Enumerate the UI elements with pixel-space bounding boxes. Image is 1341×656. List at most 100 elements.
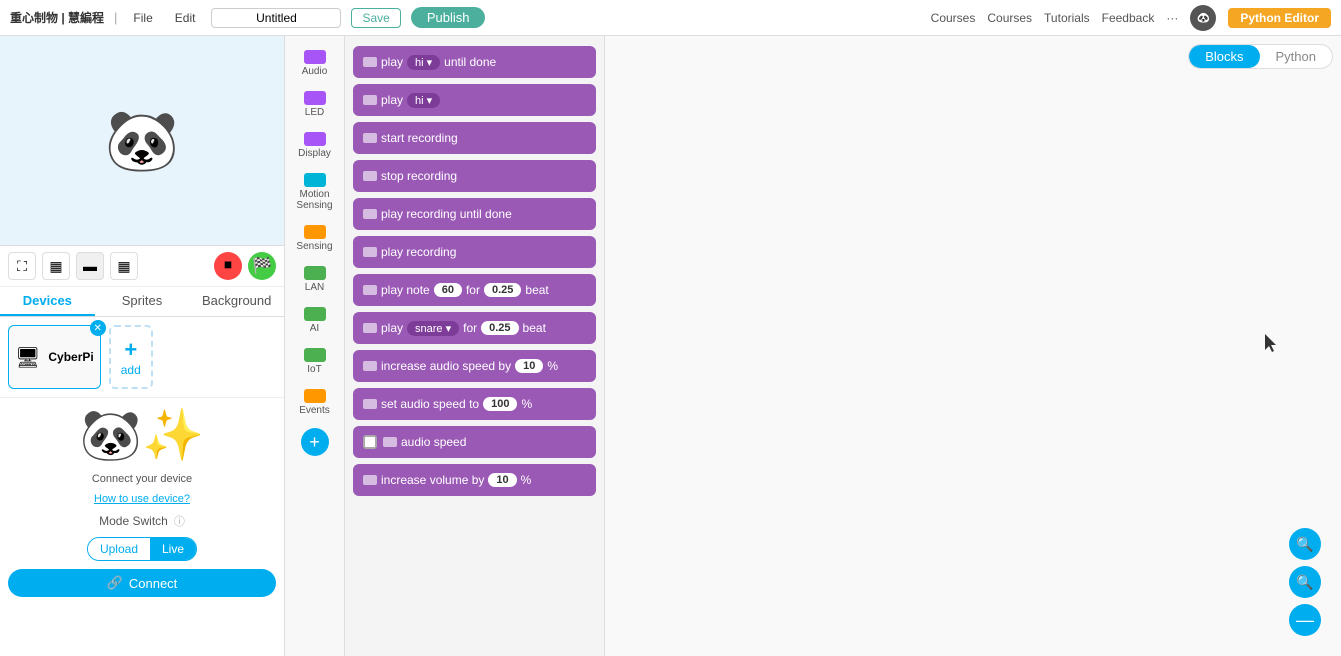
cat-ai-icon [304, 307, 326, 321]
expand-icon[interactable]: ⛶ [8, 252, 36, 280]
mode-toggle: Upload Live [87, 537, 197, 561]
note-value[interactable]: 60 [434, 283, 462, 297]
snare-beat-value[interactable]: 0.25 [481, 321, 518, 335]
device-card-cyberpi[interactable]: ✕ 🖥 CyberPi [8, 325, 101, 389]
cat-ai[interactable]: AI [288, 301, 342, 340]
cat-led-label: LED [305, 107, 324, 118]
block-categories-panel: Audio LED Display Motion Sensing Sensing… [285, 36, 345, 656]
save-button[interactable]: Save [351, 8, 400, 28]
block-play-note[interactable]: play note 60 for 0.25 beat [353, 274, 596, 306]
snare-dropdown[interactable]: snare ▾ [407, 321, 459, 336]
block-set-audio-speed[interactable]: set audio speed to 100 % [353, 388, 596, 420]
more-icon[interactable]: ··· [1166, 11, 1178, 25]
block-play-hi-until[interactable]: play hi ▾ until done [353, 46, 596, 78]
cat-iot[interactable]: IoT [288, 342, 342, 381]
block-dropdown-hi[interactable]: hi ▾ [407, 55, 440, 70]
block-icon [363, 133, 377, 143]
cat-iot-label: IoT [307, 364, 321, 375]
main-layout: 🐼 ⛶ ▦ ▬ ▦ ⏹ 🏁 Devices Sprites Background… [0, 36, 1341, 656]
block-icon [363, 361, 377, 371]
audio-speed-value[interactable]: 10 [515, 359, 543, 373]
tab-sprites[interactable]: Sprites [95, 287, 190, 316]
cat-sensing-label: Sensing [296, 241, 332, 252]
python-view-option[interactable]: Python [1260, 45, 1332, 68]
cat-lan[interactable]: LAN [288, 260, 342, 299]
project-title-input[interactable] [211, 8, 341, 28]
block-play-recording[interactable]: play recording [353, 236, 596, 268]
stage-character: 🐼 [105, 111, 180, 171]
cat-ai-label: AI [310, 323, 319, 334]
courses-text[interactable]: Courses [987, 11, 1032, 25]
publish-button[interactable]: Publish [411, 7, 486, 28]
tab-background[interactable]: Background [189, 287, 284, 316]
add-category-button[interactable]: + [301, 428, 329, 456]
block-increase-volume[interactable]: increase volume by 10 % [353, 464, 596, 496]
cat-motion[interactable]: Motion Sensing [288, 167, 342, 217]
cat-events-label: Events [299, 405, 330, 416]
list-view-icon[interactable]: ▦ [110, 252, 138, 280]
workspace[interactable]: Blocks Python 🔍 🔍 — [605, 36, 1341, 656]
top-bar-right: Courses Courses Tutorials Feedback ··· 🐼… [931, 5, 1331, 31]
volume-value[interactable]: 10 [488, 473, 516, 487]
block-stop-recording[interactable]: stop recording [353, 160, 596, 192]
block-icon [363, 247, 377, 257]
cat-iot-icon [304, 348, 326, 362]
upload-option[interactable]: Upload [88, 538, 150, 560]
block-play-snare[interactable]: play snare ▾ for 0.25 beat [353, 312, 596, 344]
zoom-out-button[interactable]: 🔍 [1289, 566, 1321, 598]
block-text: play recording [381, 245, 456, 259]
cat-sensing-icon [304, 225, 326, 239]
device-connect-section: 🐼✨ Connect your device How to use device… [0, 397, 284, 605]
cat-sensing[interactable]: Sensing [288, 219, 342, 258]
block-icon [363, 95, 377, 105]
python-editor-button[interactable]: Python Editor [1228, 8, 1331, 28]
block-icon [363, 475, 377, 485]
zoom-in-button[interactable]: 🔍 [1289, 528, 1321, 560]
cat-audio-label: Audio [302, 66, 328, 77]
block-start-recording[interactable]: start recording [353, 122, 596, 154]
block-play-hi[interactable]: play hi ▾ [353, 84, 596, 116]
cat-motion-icon [304, 173, 326, 187]
top-bar: 重心制物 | 慧編程 | File Edit Save Publish Cour… [0, 0, 1341, 36]
device-close-icon[interactable]: ✕ [90, 320, 106, 336]
block-text: play recording until done [381, 207, 512, 221]
file-menu[interactable]: File [127, 9, 158, 27]
live-option[interactable]: Live [150, 538, 196, 560]
block-play-recording-until[interactable]: play recording until done [353, 198, 596, 230]
courses-link[interactable]: Courses [931, 11, 976, 25]
cat-display-icon [304, 132, 326, 146]
cat-display[interactable]: Display [288, 126, 342, 165]
cat-events-icon [304, 389, 326, 403]
connect-button[interactable]: 🔗 Connect [8, 569, 276, 597]
mode-switch-label: Mode Switch [99, 514, 168, 528]
device-name: CyberPi [48, 350, 93, 364]
grid-view-icon[interactable]: ▦ [42, 252, 70, 280]
split-view-icon[interactable]: ▬ [76, 252, 104, 280]
set-speed-value[interactable]: 100 [483, 397, 517, 411]
cat-audio[interactable]: Audio [288, 44, 342, 83]
avatar[interactable]: 🐼 [1190, 5, 1216, 31]
how-to-link[interactable]: How to use device? [94, 493, 190, 505]
tutorials-link[interactable]: Tutorials [1044, 11, 1090, 25]
block-dropdown-hi2[interactable]: hi ▾ [407, 93, 440, 108]
add-device-card[interactable]: + add [109, 325, 153, 389]
block-audio-speed[interactable]: audio speed [353, 426, 596, 458]
flag-button[interactable]: 🏁 [248, 252, 276, 280]
left-panel: 🐼 ⛶ ▦ ▬ ▦ ⏹ 🏁 Devices Sprites Background… [0, 36, 285, 656]
zoom-reset-button[interactable]: — [1289, 604, 1321, 636]
view-toggle: Blocks Python [1188, 44, 1333, 69]
block-increase-audio-speed[interactable]: increase audio speed by 10 % [353, 350, 596, 382]
blocks-view-option[interactable]: Blocks [1189, 45, 1259, 68]
stop-button[interactable]: ⏹ [214, 252, 242, 280]
cat-events[interactable]: Events [288, 383, 342, 422]
feedback-link[interactable]: Feedback [1102, 11, 1155, 25]
edit-menu[interactable]: Edit [169, 9, 202, 27]
audio-speed-checkbox[interactable] [363, 435, 377, 449]
tab-devices[interactable]: Devices [0, 287, 95, 316]
beat-value[interactable]: 0.25 [484, 283, 521, 297]
block-icon [363, 399, 377, 409]
cat-led-icon [304, 91, 326, 105]
block-text: play [381, 93, 403, 107]
cat-led[interactable]: LED [288, 85, 342, 124]
cursor [1265, 334, 1275, 344]
